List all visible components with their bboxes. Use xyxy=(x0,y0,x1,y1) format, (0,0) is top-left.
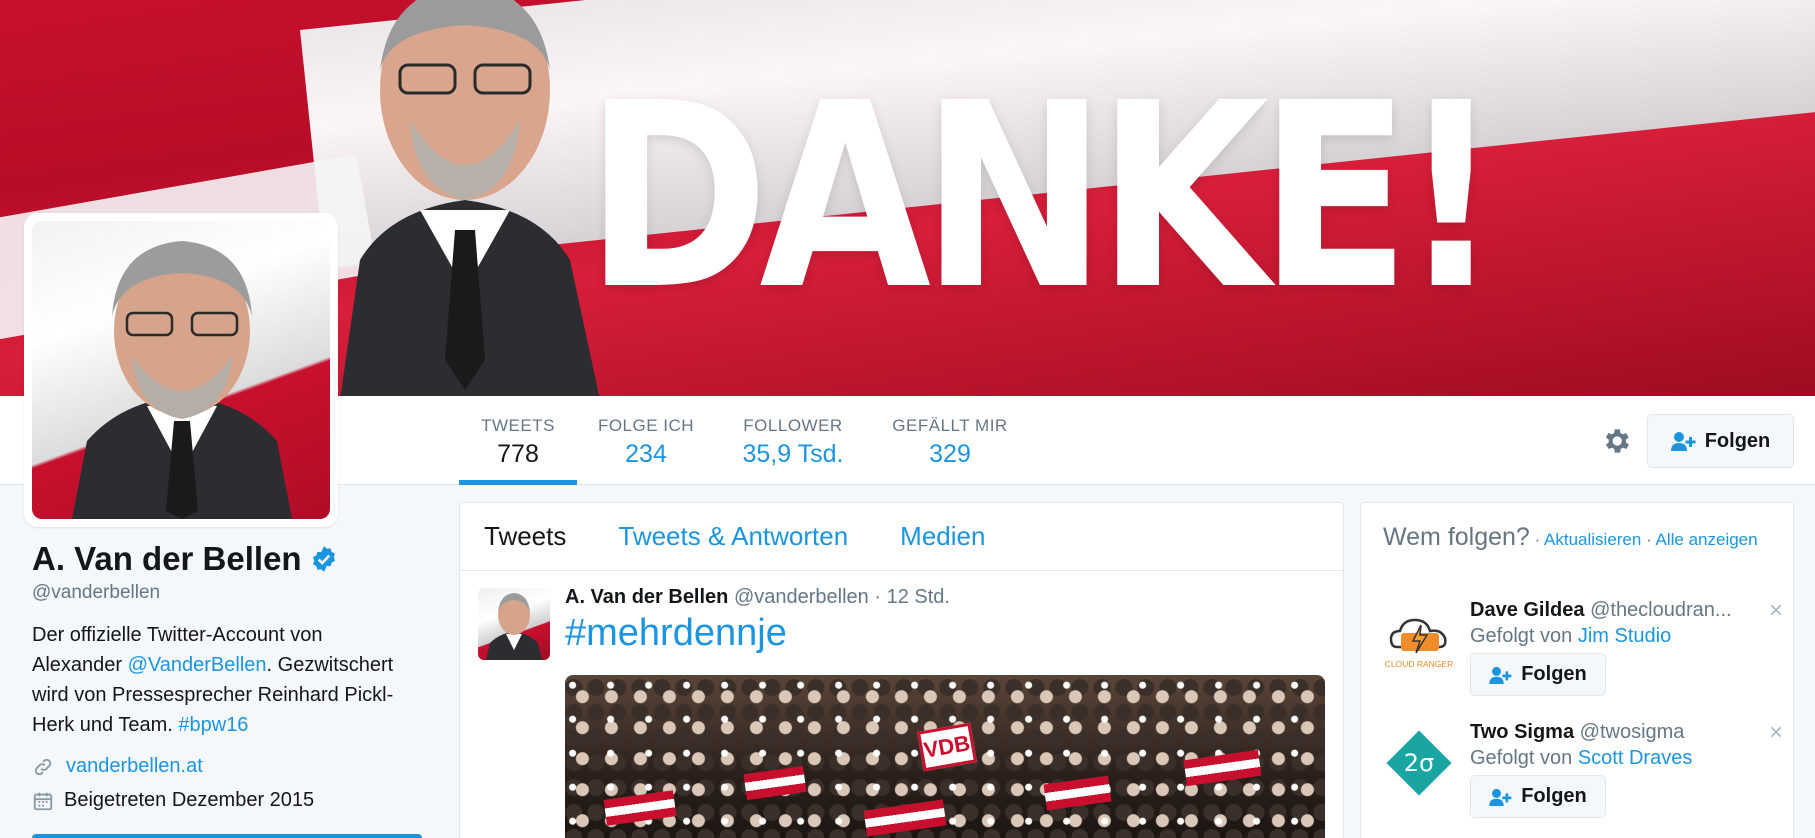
profile-website: vanderbellen.at xyxy=(32,755,203,778)
link-icon xyxy=(34,758,52,775)
crowd-flag xyxy=(743,765,807,801)
tweet-media-image[interactable]: VDB xyxy=(565,675,1325,838)
bio-hashtag-link[interactable]: #bpw16 xyxy=(178,714,248,736)
add-user-icon xyxy=(1489,666,1512,684)
tweet-avatar-portrait xyxy=(486,593,542,660)
twosigma-logo[interactable]: 2σ xyxy=(1383,727,1455,799)
joined-date: Beigetreten Dezember 2015 xyxy=(64,789,315,811)
crowd-sign: VDB xyxy=(916,722,978,772)
crowd-flag xyxy=(603,790,677,826)
avatar-portrait xyxy=(72,241,292,519)
crowd-flag xyxy=(863,799,947,837)
separator: · xyxy=(1641,530,1656,549)
profile-handle[interactable]: @vanderbellen xyxy=(32,582,160,604)
tweet-time[interactable]: · 12 Std. xyxy=(869,586,950,608)
banner-headline: DANKE! xyxy=(585,49,1502,347)
wtf-follow-button[interactable]: Folgen xyxy=(1470,653,1606,696)
cloud-logo-icon: CLOUD RANGER xyxy=(1385,618,1453,669)
wtf-follow-label: Folgen xyxy=(1521,663,1587,685)
tweet-author-name[interactable]: A. Van der Bellen xyxy=(565,586,728,608)
wtf-user[interactable]: Dave Gildea @thecloudran... xyxy=(1470,599,1732,622)
crowd-flag xyxy=(1043,775,1112,811)
tweet-to-button[interactable] xyxy=(32,834,422,838)
stat-label: TWEETS xyxy=(481,416,555,435)
gear-icon[interactable] xyxy=(1600,425,1632,457)
follow-button[interactable]: Folgen xyxy=(1647,414,1794,468)
followed-by-link[interactable]: Scott Draves xyxy=(1578,747,1692,769)
logo-text: CLOUD RANGER xyxy=(1385,659,1453,669)
who-to-follow: Wem folgen? · Aktualisieren · Alle anzei… xyxy=(1360,502,1794,838)
stat-label: FOLGE ICH xyxy=(597,416,695,435)
separator: · xyxy=(1529,530,1545,549)
follow-button-label: Folgen xyxy=(1704,429,1771,452)
profile-bio: Der offizielle Twitter-Account von Alexa… xyxy=(32,620,412,740)
wtf-user[interactable]: Two Sigma @twosigma xyxy=(1470,721,1684,744)
tab-media[interactable]: Medien xyxy=(900,521,985,552)
followed-by-prefix: Gefolgt von xyxy=(1470,625,1578,647)
tweet-hashtag[interactable]: #mehrdennje xyxy=(565,612,787,655)
timeline-tabs: Tweets Tweets & Antworten Medien xyxy=(460,503,1343,571)
wtf-followed-by: Gefolgt von Jim Studio xyxy=(1470,625,1671,648)
stat-value: 35,9 Tsd. xyxy=(742,440,844,468)
stat-likes[interactable]: GEFÄLLT MIR 329 xyxy=(884,396,1016,485)
view-all-link[interactable]: Alle anzeigen xyxy=(1656,530,1758,549)
stat-label: GEFÄLLT MIR xyxy=(892,416,1008,435)
tab-tweets[interactable]: Tweets xyxy=(484,521,566,552)
dismiss-icon[interactable]: × xyxy=(1769,597,1783,625)
stat-followers[interactable]: FOLLOWER 35,9 Tsd. xyxy=(728,396,858,485)
profile-avatar[interactable] xyxy=(24,213,338,527)
wtf-title: Wem folgen? xyxy=(1383,523,1530,551)
profile-joined: Beigetreten Dezember 2015 xyxy=(32,789,314,812)
followed-by-prefix: Gefolgt von xyxy=(1470,747,1578,769)
followed-by-link[interactable]: Jim Studio xyxy=(1578,625,1671,647)
wtf-follow-label: Folgen xyxy=(1521,785,1587,807)
verified-icon xyxy=(312,546,335,572)
website-link[interactable]: vanderbellen.at xyxy=(66,755,203,778)
twosigma-logo-icon: 2σ xyxy=(1386,730,1452,796)
tab-tweets-replies[interactable]: Tweets & Antworten xyxy=(618,521,848,552)
wtf-followed-by: Gefolgt von Scott Draves xyxy=(1470,747,1692,770)
add-user-icon xyxy=(1489,788,1512,806)
bio-mention-link[interactable]: @VanderBellen xyxy=(128,654,267,676)
tweet-header: A. Van der Bellen @vanderbellen · 12 Std… xyxy=(565,586,950,609)
wtf-item: 2σ Two Sigma @twosigma Gefolgt von Scott… xyxy=(1383,719,1783,831)
wtf-user-name: Dave Gildea xyxy=(1470,599,1585,621)
add-user-icon xyxy=(1670,432,1696,451)
stat-value: 778 xyxy=(497,440,539,468)
banner-portrait xyxy=(340,0,600,396)
tweet-author-handle[interactable]: @vanderbellen xyxy=(734,586,869,608)
logo-text: 2σ xyxy=(1404,749,1434,777)
stat-value: 329 xyxy=(929,440,971,468)
wtf-user-name: Two Sigma xyxy=(1470,721,1575,743)
stat-tweets[interactable]: TWEETS 778 xyxy=(459,396,577,485)
wtf-follow-button[interactable]: Folgen xyxy=(1470,775,1606,818)
profile-name: A. Van der Bellen xyxy=(32,540,338,578)
crowd-flag xyxy=(1183,749,1262,787)
stat-label: FOLLOWER xyxy=(743,416,843,435)
wtf-header: Wem folgen? · Aktualisieren · Alle anzei… xyxy=(1383,525,1783,552)
calendar-icon xyxy=(33,792,53,810)
stat-following[interactable]: FOLGE ICH 234 xyxy=(590,396,702,485)
avatar xyxy=(32,221,330,519)
stat-value: 234 xyxy=(625,440,667,468)
tweet-avatar[interactable] xyxy=(478,588,550,660)
profile-name-text: A. Van der Bellen xyxy=(32,540,302,577)
dismiss-icon[interactable]: × xyxy=(1769,719,1783,747)
wtf-user-handle: @thecloudran... xyxy=(1590,599,1732,621)
refresh-link[interactable]: Aktualisieren xyxy=(1544,530,1641,549)
wtf-user-handle: @twosigma xyxy=(1579,721,1685,743)
wtf-item: CLOUD RANGER Dave Gildea @thecloudran...… xyxy=(1383,597,1783,709)
cloudranger-logo[interactable]: CLOUD RANGER xyxy=(1383,605,1455,677)
